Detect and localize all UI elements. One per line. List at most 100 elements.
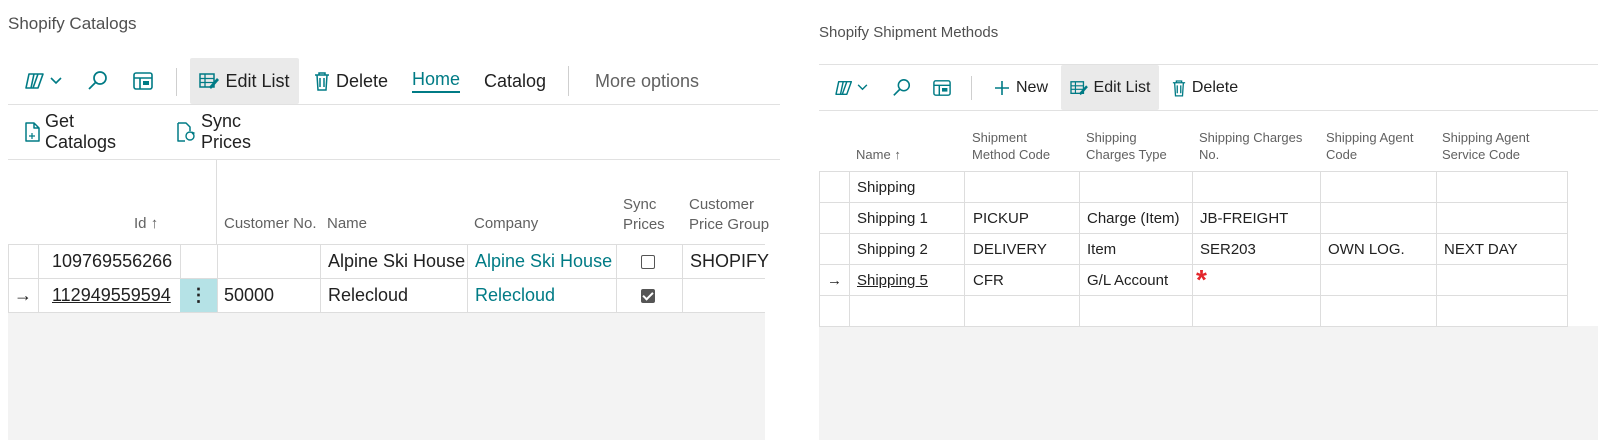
- edit-list-button[interactable]: Edit List: [190, 58, 299, 104]
- column-header-company[interactable]: Company: [474, 214, 538, 234]
- cell-name[interactable]: Shipping 5: [857, 265, 928, 295]
- toolbar-divider: [971, 76, 972, 100]
- cell-name[interactable]: Alpine Ski House: [328, 245, 465, 278]
- cell-company-link[interactable]: Relecloud: [475, 279, 555, 312]
- col-divider: [682, 244, 683, 312]
- trash-icon: [314, 71, 330, 91]
- chevron-down-icon: [49, 77, 62, 85]
- trash-icon: [1172, 79, 1186, 97]
- column-header-price-group[interactable]: Customer Price Group: [689, 195, 769, 235]
- new-label: New: [1015, 78, 1048, 96]
- header-line: Sync: [623, 196, 657, 213]
- sync-prices-label: Sync Prices: [201, 111, 252, 152]
- cell-charges-no[interactable]: JB-FREIGHT: [1200, 203, 1288, 233]
- page-title: Shopify Shipment Methods: [819, 24, 999, 41]
- filter-pane-icon: [24, 71, 47, 91]
- layout-icon: [132, 71, 154, 91]
- cell-charges-type[interactable]: Charge (Item): [1087, 203, 1180, 233]
- cell-sync-prices[interactable]: [641, 245, 655, 278]
- column-header-agent-code[interactable]: Shipping Agent Code: [1326, 129, 1413, 163]
- column-header-method-code[interactable]: Shipment Method Code: [972, 129, 1050, 163]
- cell-id[interactable]: 112949559594: [52, 279, 171, 312]
- edit-list-icon: [1069, 80, 1088, 96]
- col-divider: [8, 244, 9, 312]
- cell-charges-type[interactable]: G/L Account: [1087, 265, 1168, 295]
- filter-pane-button[interactable]: [18, 58, 68, 104]
- toolbar-divider: [176, 68, 177, 96]
- more-options-button[interactable]: More options: [594, 58, 700, 104]
- edit-list-button[interactable]: Edit List: [1061, 65, 1159, 110]
- shopify-catalogs-panel: Shopify Catalogs Edit List Delete Home C…: [0, 0, 780, 440]
- delete-button[interactable]: Delete: [312, 58, 390, 104]
- personalize-layout-button[interactable]: [128, 58, 158, 104]
- cell-charges-no[interactable]: SER203: [1200, 234, 1256, 264]
- new-button[interactable]: New: [989, 65, 1053, 110]
- cell-name[interactable]: Shipping 1: [857, 203, 928, 233]
- tab-home-label: Home: [412, 69, 461, 93]
- col-divider: [1567, 171, 1568, 326]
- cell-method-code[interactable]: PICKUP: [973, 203, 1029, 233]
- column-header-id[interactable]: Id ↑: [134, 214, 158, 234]
- row-divider: [819, 202, 1568, 203]
- column-header-name[interactable]: Name: [327, 214, 367, 234]
- header-line: Price Group: [689, 216, 770, 233]
- header-line: Prices: [623, 216, 665, 233]
- cell-agent-code[interactable]: OWN LOG.: [1328, 234, 1405, 264]
- search-button[interactable]: [83, 58, 113, 104]
- cell-customer-no[interactable]: 50000: [224, 279, 274, 312]
- delete-button[interactable]: Delete: [1169, 65, 1241, 110]
- cell-method-code[interactable]: CFR: [973, 265, 1004, 295]
- cell-agent-service[interactable]: NEXT DAY: [1444, 234, 1518, 264]
- more-options-label: More options: [594, 70, 700, 91]
- layout-icon: [932, 79, 952, 97]
- header-line: Charges Type: [1086, 147, 1167, 162]
- column-header-charges-type[interactable]: Shipping Charges Type: [1086, 129, 1167, 163]
- search-button[interactable]: [889, 65, 915, 110]
- toolbar-divider: [568, 66, 569, 96]
- cell-company-link[interactable]: Alpine Ski House: [475, 245, 612, 278]
- edit-list-icon: [199, 72, 220, 90]
- cell-name[interactable]: Shipping 2: [857, 234, 928, 264]
- grid-empty-area: [8, 313, 765, 440]
- edit-list-label: Edit List: [225, 70, 290, 91]
- cell-charges-type[interactable]: Item: [1087, 234, 1116, 264]
- tab-catalog[interactable]: Catalog: [484, 58, 546, 104]
- cell-price-group[interactable]: SHOPIFY: [690, 245, 769, 278]
- toolbar-bottom-border: [819, 110, 1598, 111]
- column-header-agent-service[interactable]: Shipping Agent Service Code: [1442, 129, 1529, 163]
- col-divider: [1192, 171, 1193, 326]
- tab-catalog-label: Catalog: [483, 70, 547, 91]
- filter-pane-icon: [835, 79, 855, 97]
- sync-prices-checkbox[interactable]: [641, 254, 655, 269]
- column-header-sync-prices[interactable]: Sync Prices: [623, 195, 665, 235]
- cell-method-code[interactable]: DELIVERY: [973, 234, 1047, 264]
- sync-prices-button[interactable]: Sync Prices: [176, 109, 290, 155]
- cell-name[interactable]: Shipping: [857, 172, 915, 202]
- cell-id[interactable]: 109769556266: [52, 245, 172, 278]
- col-divider: [616, 244, 617, 312]
- col-divider: [849, 171, 850, 326]
- command-bar: Edit List Delete Home Catalog More optio…: [8, 58, 780, 105]
- sync-prices-checkbox[interactable]: [641, 288, 655, 303]
- cell-name[interactable]: Relecloud: [328, 279, 408, 312]
- cell-sync-prices[interactable]: [641, 279, 655, 312]
- sort-ascending-icon: ↑: [150, 215, 159, 232]
- document-icon: [24, 122, 40, 142]
- get-catalogs-button[interactable]: Get Catalogs: [24, 109, 148, 155]
- header-divider: [216, 160, 217, 244]
- column-header-customer-no[interactable]: Customer No.: [224, 214, 317, 234]
- column-header-charges-no[interactable]: Shipping Charges No.: [1199, 129, 1302, 163]
- header-line: Customer: [689, 196, 755, 213]
- page-title: Shopify Catalogs: [8, 14, 137, 33]
- column-header-name[interactable]: Name ↑: [856, 146, 901, 163]
- filter-pane-button[interactable]: [829, 65, 874, 110]
- current-row-indicator: →: [827, 271, 842, 289]
- row-menu-button[interactable]: ⋮: [180, 279, 217, 312]
- cell-charges-no-required[interactable]: *: [1196, 265, 1207, 295]
- personalize-layout-button[interactable]: [929, 65, 955, 110]
- search-icon: [892, 78, 912, 98]
- tab-home[interactable]: Home: [412, 58, 461, 104]
- required-indicator: *: [1196, 264, 1207, 295]
- col-divider: [1320, 171, 1321, 326]
- shopify-shipment-methods-panel: Shopify Shipment Methods New Edit List D…: [819, 0, 1598, 440]
